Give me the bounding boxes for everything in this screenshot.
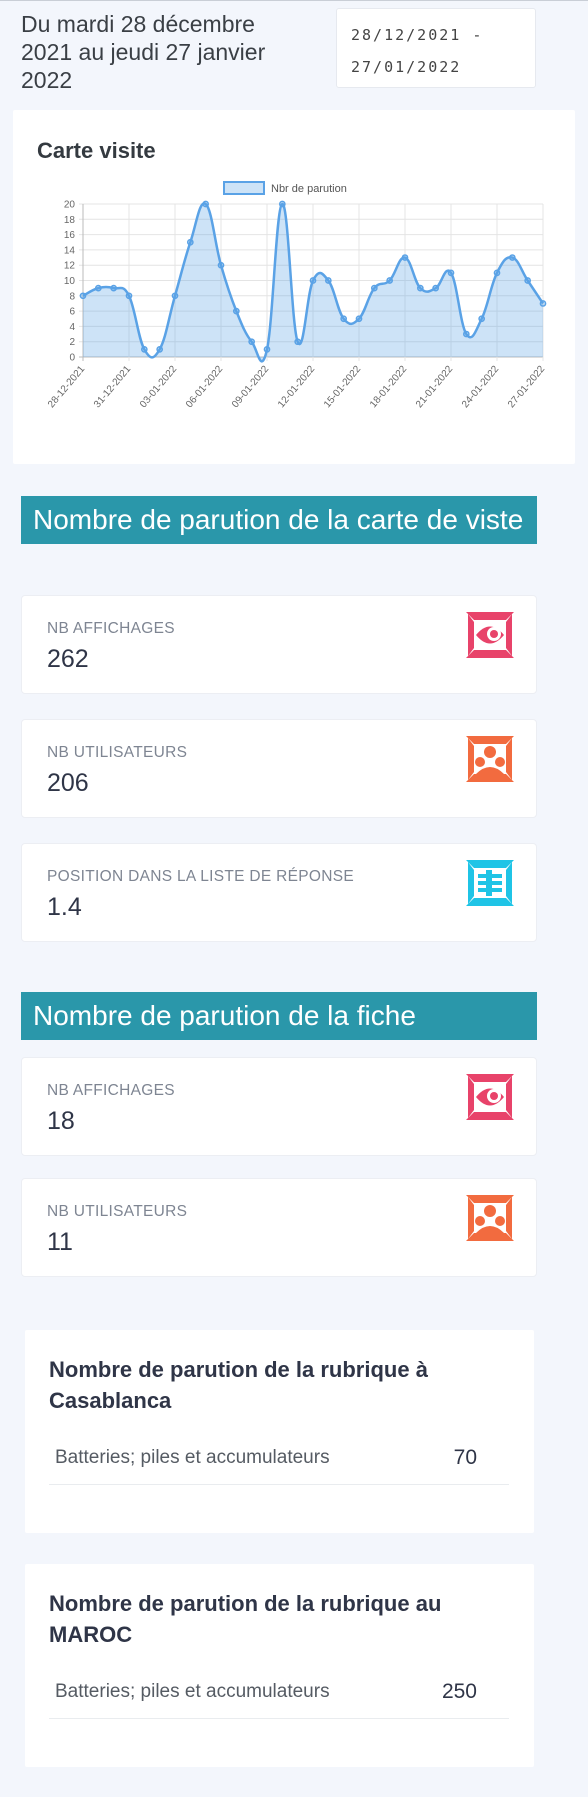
data-point [140,346,148,353]
rubric-row-label: Batteries; piles et accumulateurs [55,1447,330,1468]
data-point [278,200,286,208]
rubric-row-value: 250 [441,1680,477,1703]
data-point [370,284,378,292]
data-point [493,269,501,277]
data-point [171,292,179,300]
line-chart: 0 2 4 6 8 10 12 14 16 18 20 28-12-2021 31-12-2021 03-… [46,181,548,411]
y-tick-label: 16 [64,230,76,241]
stat-value: 262 [47,645,89,673]
stat-label: NB AFFICHAGES [47,620,175,637]
rubric-row: Batteries; piles et accumulateurs 250 [49,1669,509,1719]
x-tick-label: 18-01-2022 [368,364,410,411]
rubric-title: Nombre de parution de la rubrique au MAR… [49,1591,442,1647]
rubric-row-label: Batteries; piles et accumulateurs [55,1681,330,1702]
data-point [416,284,424,292]
data-point [386,277,394,284]
stat-card-fiche-utilisateurs: NB UTILISATEURS 11 [21,1178,537,1277]
data-point [539,300,547,307]
data-point [156,346,164,353]
data-point [232,307,240,315]
y-tick-label: 0 [69,353,75,364]
rubric-card-maroc: Nombre de parution de la rubrique au MAR… [25,1564,534,1767]
x-tick-label: 06-01-2022 [184,364,226,411]
y-tick-label: 14 [64,245,76,256]
eye-icon [466,1074,514,1120]
data-point [401,254,409,261]
chart-card: Carte visite 0 2 4 6 8 10 12 14 16 18 20 28-12-2021… [13,110,575,464]
stat-label: POSITION DANS LA LISTE DE RÉPONSE [47,868,355,885]
data-point [263,346,271,353]
x-tick-label: 09-01-2022 [230,364,272,411]
data-point [79,292,87,300]
stat-value: 18 [47,1107,75,1135]
top-divider [0,0,588,1]
date-range-end: 27/01/2022 [351,58,462,76]
rubric-row-value: 70 [453,1446,477,1469]
stat-label: NB UTILISATEURS [47,1203,188,1220]
period-line-2: 2021 au jeudi 27 janvier [21,39,266,65]
stat-card-utilisateurs: NB UTILISATEURS 206 [21,719,537,818]
data-point [294,338,302,346]
data-point [324,277,332,284]
data-point [447,269,455,277]
data-point [432,284,440,292]
y-tick-label: 10 [64,276,76,287]
data-point [478,315,486,323]
data-point [355,315,363,323]
users-icon [466,1195,514,1241]
section-title-fiche: Nombre de parution de la fiche [21,992,537,1040]
date-range-picker[interactable]: 28/12/2021 - 27/01/2022 [336,8,536,88]
y-tick-label: 4 [69,322,75,333]
data-point [340,315,348,323]
data-point [248,338,256,346]
stat-value: 206 [47,769,89,797]
data-point [186,238,194,246]
y-tick-label: 2 [69,337,75,348]
data-point [524,277,532,284]
stat-card-affichages: NB AFFICHAGES 262 [21,595,537,694]
y-tick-label: 6 [69,307,75,318]
users-icon [466,736,514,782]
rubric-card-casablanca: Nombre de parution de la rubrique à Casa… [25,1330,534,1533]
data-point [110,284,118,292]
eye-icon [466,612,514,658]
stat-value: 1.4 [47,893,82,921]
legend-label: Nbr de parution [271,183,347,195]
x-tick-label: 03-01-2022 [138,364,180,411]
date-range-start: 28/12/2021 - [351,26,484,44]
period-description: Du mardi 28 décembre 2021 au jeudi 27 ja… [21,10,301,94]
list-icon [466,860,514,906]
data-point [94,284,102,292]
stat-card-fiche-affichages: NB AFFICHAGES 18 [21,1057,537,1156]
data-point [508,254,516,261]
rubric-row: Batteries; piles et accumulateurs 70 [49,1435,509,1485]
x-tick-label: 15-01-2022 [322,364,364,411]
stat-label: NB AFFICHAGES [47,1082,175,1099]
legend-swatch [223,181,265,195]
x-tick-label: 28-12-2021 [46,364,88,411]
x-tick-label: 21-01-2022 [414,364,456,411]
stat-label: NB UTILISATEURS [47,744,188,761]
stat-card-position: POSITION DANS LA LISTE DE RÉPONSE 1.4 [21,843,537,942]
y-tick-label: 18 [64,215,76,226]
data-point [309,277,317,284]
y-tick-label: 12 [64,261,76,272]
data-point [202,200,210,208]
x-tick-label: 27-01-2022 [506,364,548,411]
y-tick-label: 8 [69,291,75,302]
data-point [125,292,133,300]
period-line-1: Du mardi 28 décembre [21,11,255,37]
section-title-carte: Nombre de parution de la carte de viste [21,496,537,544]
x-tick-label: 31-12-2021 [92,364,134,411]
x-tick-label: 12-01-2022 [276,364,318,411]
data-point [217,261,225,269]
rubric-title: Nombre de parution de la rubrique à Casa… [49,1357,428,1413]
stat-value: 11 [47,1228,73,1256]
x-tick-label: 24-01-2022 [460,364,502,411]
y-tick-label: 20 [64,200,76,211]
period-line-3: 2022 [21,67,73,93]
data-point [462,330,470,338]
